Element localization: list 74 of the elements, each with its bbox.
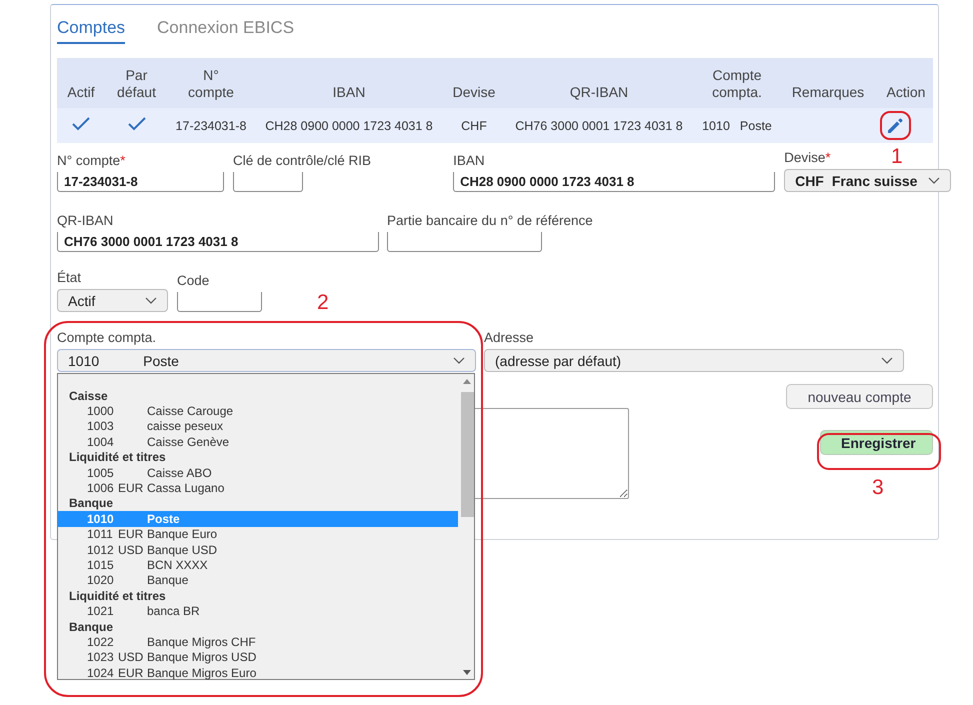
table-cell: Poste <box>740 118 772 132</box>
table-cell-text: CHF <box>460 118 488 132</box>
group-header: Liquidité et titres <box>68 450 167 465</box>
column-header: Action <box>886 84 926 101</box>
column-header: N° compte <box>187 67 235 101</box>
annotation-ring <box>880 111 911 140</box>
dropdown-option[interactable]: 1006 EUR Cassa Lugano <box>58 480 460 496</box>
chevron-icon <box>928 176 940 184</box>
input-field[interactable] <box>177 292 262 312</box>
pencil-icon <box>886 116 904 134</box>
dropdown-option[interactable]: 1022 Banque Migros CHF <box>58 634 460 650</box>
chevron-icon <box>881 356 893 364</box>
scroll-down-icon[interactable] <box>463 670 471 674</box>
dropdown-option[interactable]: 1003 caisse peseux <box>58 418 460 434</box>
dropdown-option[interactable]: 1021 banca BR <box>58 603 460 619</box>
check-icon <box>128 117 146 131</box>
table-cell-text: 17-234031-8 <box>174 118 248 132</box>
select-field[interactable]: CHF Franc suisse <box>784 169 952 192</box>
field-label: État <box>57 270 82 285</box>
dropdown-option[interactable]: 1012 USD Banque USD <box>58 542 460 558</box>
group-header: Caisse <box>68 388 109 404</box>
table-cell-text: CH76 3000 0001 1723 4031 8 <box>514 118 684 132</box>
dropdown-option[interactable]: 1004 Caisse Genève <box>58 434 460 450</box>
column-header: QR-IBAN <box>568 84 630 101</box>
tab[interactable]: Connexion EBICS <box>157 18 294 42</box>
save-button[interactable]: Enregistrer <box>820 430 933 455</box>
dropdown-option[interactable]: 1023 USD Banque Migros USD <box>58 650 460 666</box>
field-label: Partie bancaire du n° de référence <box>387 213 593 228</box>
edit-button[interactable] <box>886 116 904 134</box>
field-label: Adresse <box>484 330 534 345</box>
dropdown-option[interactable]: 1011 EUR Banque Euro <box>58 526 460 542</box>
select-field[interactable]: 1010 Poste <box>57 349 476 372</box>
select-field[interactable]: Actif <box>57 289 168 312</box>
required-mark: * <box>825 150 831 165</box>
input-field[interactable]: CH76 3000 0001 1723 4031 8 <box>57 232 379 252</box>
field-label: Clé de contrôle/clé RIB <box>233 153 372 168</box>
dropdown-option[interactable]: 1024 EUR Banque Migros Euro <box>58 665 460 680</box>
field-label: Devise <box>784 150 826 165</box>
check-icon <box>72 117 90 131</box>
new-account-button[interactable]: nouveau compte <box>786 384 933 409</box>
chevron-icon <box>145 296 157 304</box>
column-header: Compte compta. <box>711 67 763 101</box>
column-header: Actif <box>66 84 96 101</box>
annotation-number: 3 <box>872 476 884 500</box>
field-label: Compte compta. <box>57 330 156 345</box>
dropdown-option[interactable]: 1020 Banque <box>58 572 460 588</box>
input-field[interactable] <box>387 232 542 252</box>
dropdown-option[interactable]: 1005 Caisse ABO <box>58 464 460 480</box>
input-field[interactable]: 17-234031-8 <box>57 172 224 192</box>
annotation-number: 2 <box>317 291 329 315</box>
input-field[interactable]: CH28 0900 0000 1723 4031 8 <box>453 172 776 192</box>
column-header: Devise <box>452 84 496 101</box>
field-label: QR-IBAN <box>57 213 114 228</box>
group-header: Liquidité et titres <box>68 588 167 604</box>
column-header: Remarques <box>790 84 866 101</box>
select-field[interactable]: (adresse par défaut) <box>484 349 904 372</box>
dropdown-option[interactable]: 1000 Caisse Carouge <box>58 403 460 419</box>
dropdown-option[interactable]: 1015 BCN XXXX <box>58 557 460 573</box>
required-mark: * <box>120 153 126 168</box>
tab[interactable]: Comptes <box>57 18 126 44</box>
chevron-icon <box>453 356 465 364</box>
table-row[interactable]: 17-234031-8 CH28 0900 0000 1723 4031 8 CHF CH76 3000 0001 1723 4031 8 1010 Poste <box>57 108 933 143</box>
table-cell-text: CH28 0900 0000 1723 4031 8 <box>264 118 434 132</box>
column-header: IBAN <box>332 84 366 101</box>
table-cell: 1010 <box>702 118 730 132</box>
group-header: Banque <box>68 496 114 512</box>
field-label: Code <box>177 273 210 288</box>
scroll-up-icon[interactable] <box>463 378 471 384</box>
field-label: N° compte <box>57 153 120 168</box>
field-label: IBAN <box>453 153 485 168</box>
group-header: Banque <box>68 618 114 634</box>
column-header: Par défaut <box>116 67 157 101</box>
input-field[interactable] <box>233 172 303 192</box>
annotation-number: 1 <box>891 145 903 169</box>
